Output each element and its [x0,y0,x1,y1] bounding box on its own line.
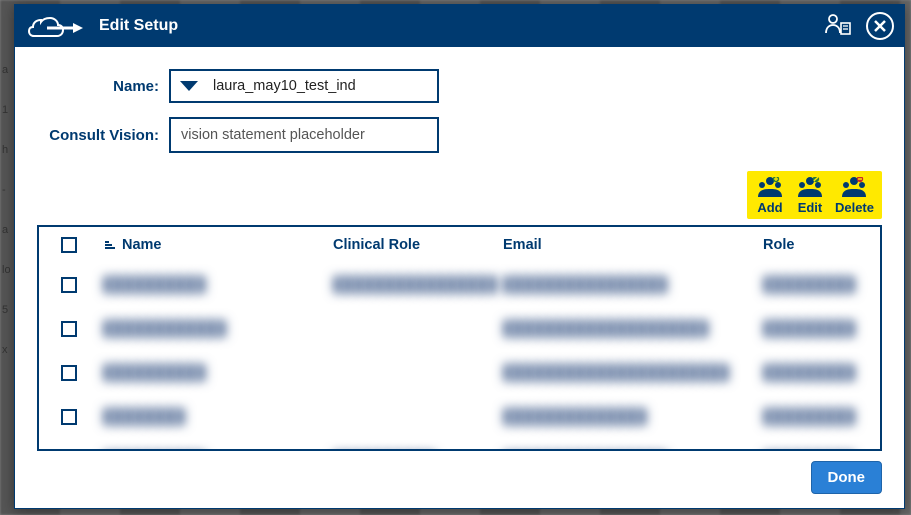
user-group-icon[interactable] [824,13,852,40]
add-button[interactable]: Add [755,177,785,215]
name-input[interactable] [207,71,437,101]
edit-button[interactable]: Edit [795,177,825,215]
col-role[interactable]: Role [759,227,880,263]
cell-clinical-role: ████████████████ [329,263,499,307]
col-email[interactable]: Email [499,227,759,263]
edit-setup-modal: Edit Setup Name: [14,4,905,509]
cell-clinical-role-value: ████████████████ [333,277,497,293]
select-all-checkbox[interactable] [61,237,77,253]
action-box: Add Edit [747,171,882,219]
vision-field [169,117,439,153]
cell-name-value: ████████ [103,409,185,425]
cell-clinical-role [329,351,499,395]
edit-label: Edit [798,200,823,215]
col-email-label: Email [503,237,542,253]
col-checkbox [39,227,99,263]
row-checkbox-cell [39,395,99,439]
modal-footer: Done [37,451,882,494]
cell-role: █████████ [759,307,880,351]
cell-email: ████████████████████ [499,307,759,351]
cell-role: █████████ [759,263,880,307]
cell-role: █████████ [759,351,880,395]
obscured-side-content: a1h-alo5x [0,50,14,510]
row-checkbox[interactable] [61,365,77,381]
cell-name: ██████████ [99,351,329,395]
cell-email: ██████████████████████ [499,351,759,395]
cell-name-value: ██████████ [103,277,206,293]
row-checkbox-cell [39,351,99,395]
add-label: Add [757,200,782,215]
cell-clinical-role [329,307,499,351]
cell-name: ████████ [99,395,329,439]
row-checkbox-cell [39,263,99,307]
cloud-arrow-icon [27,13,85,39]
cell-role: █████████ [759,395,880,439]
row-checkbox[interactable] [61,321,77,337]
col-clinical-role[interactable]: Clinical Role [329,227,499,263]
name-field [169,69,439,103]
name-dropdown-trigger[interactable] [171,71,207,101]
cell-role-value: █████████ [763,321,855,337]
cell-email-value: ██████████████████████ [503,365,729,381]
vision-row: Consult Vision: [37,117,882,153]
cell-role-value: █████████ [763,409,855,425]
cell-role-value: █████████ [763,365,855,381]
cell-email-value: ██████████████ [503,409,647,425]
row-checkbox-cell [39,439,99,449]
cell-clinical-role: ██████████ [329,439,499,449]
participants-table: NameClinical RoleEmailRole██████████████… [37,225,882,451]
cell-name: ████████████ [99,307,329,351]
cell-clinical-role [329,395,499,439]
col-name[interactable]: Name [99,227,329,263]
name-label: Name: [37,78,159,95]
modal-title: Edit Setup [99,17,178,35]
delete-button[interactable]: Delete [835,177,874,215]
modal-titlebar: Edit Setup [15,5,904,47]
cell-name-value: ██████████ [103,365,206,381]
sort-icon [103,239,117,251]
vision-input[interactable] [171,119,437,151]
cell-email: ████████████████ [499,263,759,307]
action-strip: Add Edit [37,171,882,219]
cell-name-value: ████████████ [103,321,226,337]
cell-email: ██████████████ [499,395,759,439]
name-row: Name: [37,69,882,103]
cell-email-value: ████████████████ [503,277,667,293]
row-checkbox-cell [39,307,99,351]
col-role-label: Role [763,237,794,253]
cell-name: ██████████ [99,263,329,307]
col-name-label: Name [122,237,162,253]
cell-email-value: ████████████████████ [503,321,708,337]
cell-role-value: █████████ [763,277,855,293]
modal-body: Name: Consult Vision: [15,47,904,508]
row-checkbox[interactable] [61,277,77,293]
delete-label: Delete [835,200,874,215]
table-scroll[interactable]: NameClinical RoleEmailRole██████████████… [39,227,880,449]
done-button[interactable]: Done [811,461,883,494]
vision-label: Consult Vision: [37,127,159,144]
col-clinical-role-label: Clinical Role [333,237,420,253]
cell-role: █████████ [759,439,880,449]
cell-name: ██████████ [99,439,329,449]
row-checkbox[interactable] [61,409,77,425]
close-button[interactable] [866,12,894,40]
cell-email: ████████████████ [499,439,759,449]
